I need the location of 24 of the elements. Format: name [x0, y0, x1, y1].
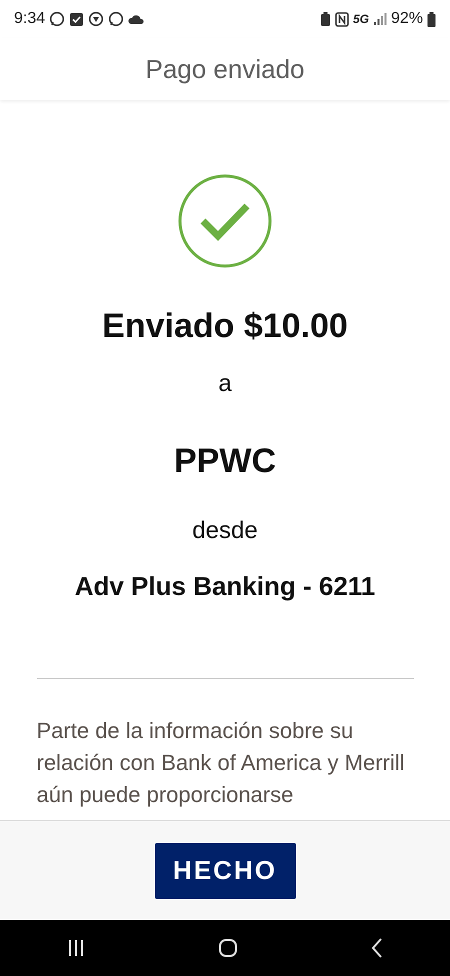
recent-apps-icon[interactable] — [66, 939, 85, 957]
arrow-circle-icon — [88, 11, 104, 27]
home-icon[interactable] — [218, 938, 238, 958]
to-label: a — [218, 369, 232, 399]
battery-percent: 92% — [390, 9, 423, 29]
account-name: Adv Plus Banking - 6211 — [74, 570, 376, 603]
checkmark-circle-icon — [177, 173, 273, 269]
done-button[interactable]: HECHO — [154, 842, 296, 898]
chat-icon — [49, 11, 66, 27]
page-title: Pago enviado — [145, 52, 305, 86]
cloud-icon — [128, 14, 146, 24]
battery-icon — [427, 12, 436, 26]
recipient-name: PPWC — [174, 441, 276, 482]
checkbox-icon — [69, 12, 84, 26]
network-label: 5G — [352, 11, 369, 28]
nfc-icon — [334, 12, 349, 26]
status-time: 9:34 — [14, 9, 46, 29]
battery-saver-icon — [320, 12, 331, 26]
signal-icon — [372, 12, 387, 26]
amount-sent: Enviado $10.00 — [102, 306, 348, 347]
chat-icon — [108, 11, 124, 27]
disclaimer-text: Parte de la información sobre su relación con Bank of America y Merrill aún puede proporcionarse — [36, 717, 406, 809]
back-icon[interactable] — [371, 938, 384, 958]
from-label: desde — [192, 516, 258, 546]
